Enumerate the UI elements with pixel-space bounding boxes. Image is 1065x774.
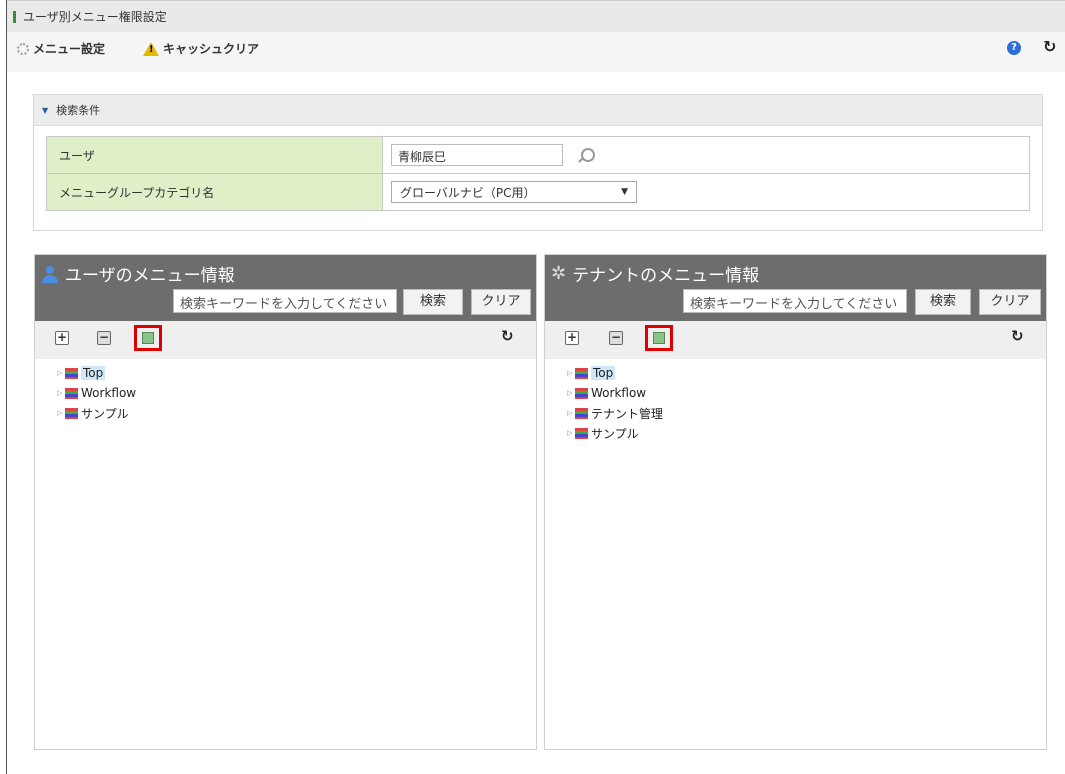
user-highlighted-tool-icon[interactable] [134, 325, 162, 351]
tree-node-workflow[interactable]: ▷ Workflow [57, 383, 536, 403]
toolbar: メニュー設定 ! キャッシュクリア ? ↻ [7, 32, 1065, 72]
conditions-table: ユーザ 青柳辰巳 メニューグループカテゴリ名 グローバルナビ（PC用） ▼ [46, 136, 1030, 211]
search-conditions-panel: ▼ 検索条件 ユーザ 青柳辰巳 メニューグループカテゴリ名 グローバルナビ（PC… [33, 94, 1043, 231]
tenant-highlighted-tool-icon[interactable] [645, 325, 673, 351]
expand-arrow-icon[interactable]: ▷ [567, 389, 575, 397]
menu-folder-icon [65, 407, 78, 419]
tree-node-top[interactable]: ▷ Top [567, 363, 1046, 383]
menu-folder-icon [575, 387, 588, 399]
menu-folder-icon [575, 407, 588, 419]
tree-node-tenant-management[interactable]: ▷ テナント管理 [567, 403, 1046, 423]
title-bar: ユーザ別メニュー権限設定 [7, 0, 1065, 32]
tree-node-top[interactable]: ▷ Top [57, 363, 536, 383]
collapse-triangle-icon: ▼ [42, 105, 49, 115]
user-label: ユーザ [46, 136, 383, 174]
menu-folder-icon [65, 367, 78, 379]
tenant-search-input[interactable]: 検索キーワードを入力してください [683, 289, 907, 313]
chevron-down-icon: ▼ [621, 187, 628, 197]
tenant-clear-button[interactable]: クリア [979, 289, 1041, 315]
user-menu-panel: ユーザのメニュー情報 検索キーワードを入力してください 検索 クリア + − ↻… [34, 254, 537, 750]
cache-clear-label: キャッシュクリア [163, 42, 260, 56]
tenant-menu-tree: ▷ Top ▷ Workflow ▷ テナント管理 ▷ サンプル [545, 359, 1046, 443]
search-icon[interactable] [580, 148, 595, 162]
menu-folder-icon [65, 387, 78, 399]
category-select[interactable]: グローバルナビ（PC用） ▼ [391, 181, 637, 203]
refresh-icon[interactable]: ↻ [1043, 37, 1056, 56]
menu-settings-button[interactable]: メニュー設定 [17, 40, 105, 57]
user-clear-button[interactable]: クリア [471, 289, 531, 315]
tree-node-sample[interactable]: ▷ サンプル [57, 403, 536, 423]
tenant-menu-header: ✲ テナントのメニュー情報 検索キーワードを入力してください 検索 クリア [545, 255, 1046, 321]
expand-arrow-icon[interactable]: ▷ [57, 369, 65, 377]
page-title: ユーザ別メニュー権限設定 [23, 10, 167, 24]
tree-node-workflow[interactable]: ▷ Workflow [567, 383, 1046, 403]
expand-arrow-icon[interactable]: ▷ [57, 389, 65, 397]
category-label: メニューグループカテゴリ名 [46, 173, 383, 211]
user-row: ユーザ 青柳辰巳 [46, 136, 1030, 174]
user-menu-tree: ▷ Top ▷ Workflow ▷ サンプル [35, 359, 536, 423]
help-icon[interactable]: ? [1007, 41, 1021, 55]
user-tree-toolbar: + − ↻ [35, 321, 536, 359]
category-row: メニューグループカテゴリ名 グローバルナビ（PC用） ▼ [46, 173, 1030, 211]
expand-arrow-icon[interactable]: ▷ [567, 409, 575, 417]
category-select-value: グローバルナビ（PC用） [400, 185, 536, 200]
user-search-input[interactable]: 検索キーワードを入力してください [173, 289, 397, 313]
expand-arrow-icon[interactable]: ▷ [567, 429, 575, 437]
user-icon [41, 265, 59, 283]
menu-folder-icon [575, 427, 588, 439]
collapse-all-icon[interactable]: − [609, 331, 623, 345]
tenant-refresh-icon[interactable]: ↻ [1011, 327, 1024, 345]
user-search-button[interactable]: 検索 [403, 289, 463, 315]
cache-clear-button[interactable]: ! キャッシュクリア [143, 40, 259, 57]
tree-node-sample[interactable]: ▷ サンプル [567, 423, 1046, 443]
warning-icon: ! [143, 41, 159, 56]
frame-border [6, 0, 7, 774]
expand-all-icon[interactable]: + [55, 331, 69, 345]
user-menu-title: ユーザのメニュー情報 [65, 266, 235, 286]
search-conditions-header[interactable]: ▼ 検索条件 [34, 95, 1042, 126]
expand-arrow-icon[interactable]: ▷ [57, 409, 65, 417]
collapse-all-icon[interactable]: − [97, 331, 111, 345]
expand-all-icon[interactable]: + [565, 331, 579, 345]
gear-icon: ✲ [551, 263, 567, 284]
user-field[interactable]: 青柳辰巳 [391, 144, 563, 166]
gear-icon [17, 42, 29, 55]
expand-arrow-icon[interactable]: ▷ [567, 369, 575, 377]
menu-settings-label: メニュー設定 [33, 42, 106, 56]
tenant-search-button[interactable]: 検索 [915, 289, 971, 315]
search-conditions-title: 検索条件 [56, 104, 101, 117]
user-menu-header: ユーザのメニュー情報 検索キーワードを入力してください 検索 クリア [35, 255, 536, 321]
tenant-menu-panel: ✲ テナントのメニュー情報 検索キーワードを入力してください 検索 クリア + … [544, 254, 1047, 750]
user-refresh-icon[interactable]: ↻ [501, 327, 514, 345]
menu-folder-icon [575, 367, 588, 379]
title-marker [13, 11, 16, 23]
tenant-tree-toolbar: + − ↻ [545, 321, 1046, 359]
tenant-menu-title: テナントのメニュー情報 [572, 266, 760, 286]
